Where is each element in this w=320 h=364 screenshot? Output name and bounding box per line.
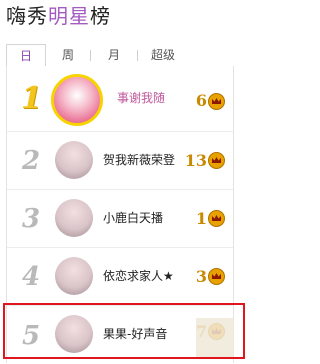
tab-month[interactable]: 月 (91, 44, 137, 66)
vote-count: 6 (195, 91, 207, 110)
crown-icon (208, 210, 225, 227)
ranking-row-4[interactable]: 4 依恋求家人★ 3 (7, 248, 233, 306)
rank-number: 3 (21, 204, 41, 234)
page-title: 嗨秀明星榜 (6, 4, 111, 28)
ranking-row-3[interactable]: 3 小鹿白天播 1 (7, 190, 233, 248)
rank-number: 2 (21, 146, 41, 176)
anchor-name[interactable]: 事谢我随 (117, 90, 165, 106)
crown-icon (208, 93, 225, 110)
avatar[interactable] (51, 74, 103, 126)
ranking-row-2[interactable]: 2 贺我新薇荣登 13 (7, 132, 233, 190)
avatar[interactable] (55, 257, 93, 295)
rank-number: 4 (21, 262, 41, 292)
vote-count: 1 (195, 209, 207, 228)
anchor-name[interactable]: 小鹿白天播 (103, 210, 163, 226)
avatar[interactable] (55, 141, 93, 179)
avatar[interactable] (55, 199, 93, 237)
title-suffix: 榜 (90, 4, 111, 28)
title-prefix: 嗨秀 (6, 4, 48, 28)
tab-week[interactable]: 周 (46, 44, 90, 66)
rank-number: 1 (21, 81, 42, 116)
ranking-row-1[interactable]: 1 事谢我随 6 (7, 66, 233, 132)
crown-icon (208, 268, 225, 285)
crown-icon (208, 152, 225, 169)
tab-super[interactable]: 超级 (138, 44, 188, 66)
title-highlight: 明星 (48, 4, 90, 28)
vote-count: 13 (184, 151, 207, 170)
highlight-box (3, 303, 245, 359)
period-tabs: 日 周 月 超级 (6, 44, 232, 67)
vote-count: 3 (195, 267, 207, 286)
anchor-name[interactable]: 依恋求家人★ (103, 268, 174, 284)
anchor-name[interactable]: 贺我新薇荣登 (103, 152, 175, 168)
tab-day[interactable]: 日 (6, 44, 46, 67)
